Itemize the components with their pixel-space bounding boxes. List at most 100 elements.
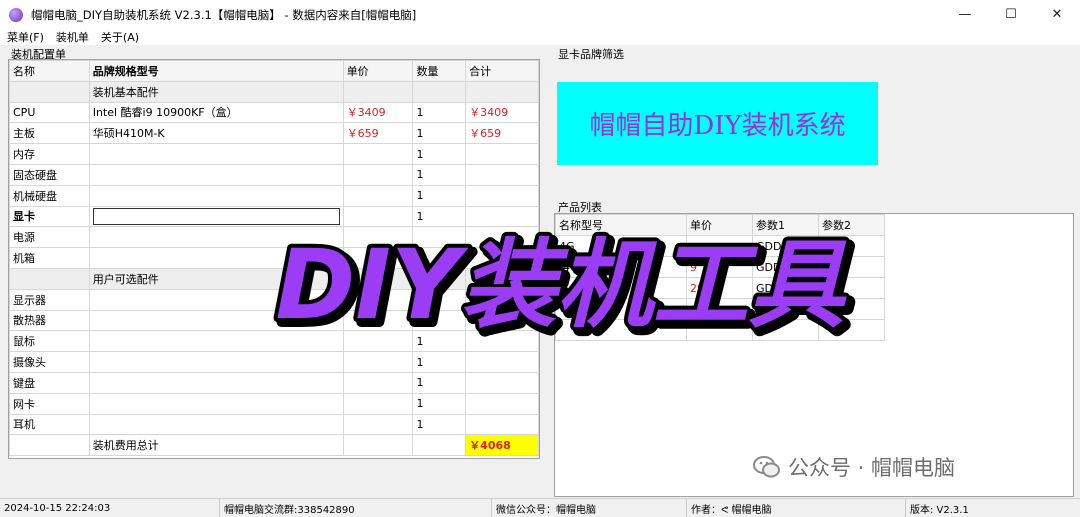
maximize-button[interactable]: ☐ <box>988 0 1034 29</box>
section-spacer[interactable] <box>465 80 539 103</box>
watermark: 公众号 · 帽帽电脑 <box>752 452 955 482</box>
row-price[interactable] <box>342 163 414 186</box>
section-spacer[interactable] <box>9 267 90 290</box>
row-qty[interactable]: 1 <box>412 351 467 373</box>
table-row[interactable]: 耳机 1 <box>9 413 539 436</box>
row-name[interactable]: 固态硬盘 <box>9 163 90 186</box>
total-label[interactable]: 装机费用总计 <box>88 434 344 457</box>
row-name[interactable]: 电源 <box>9 226 90 249</box>
row-name[interactable]: 摄像头 <box>9 351 90 373</box>
row-model[interactable]: 华硕H410M-K <box>88 122 344 145</box>
status-wechat: 微信公众号：帽帽电脑 <box>492 499 687 517</box>
row-price[interactable]: ￥659 <box>342 122 414 145</box>
menu-about[interactable]: 关于(A) <box>101 29 139 45</box>
table-row[interactable]: 摄像头 1 <box>9 351 539 373</box>
table-row[interactable]: CPU Intel 酷睿i9 10900KF（盒） ￥3409 1 ￥3409 <box>9 101 539 124</box>
section-spacer[interactable] <box>412 80 467 103</box>
row-name[interactable]: 键盘 <box>9 371 90 394</box>
menu-bar: 菜单(F) 装机单 关于(A) <box>0 29 1080 45</box>
section-spacer[interactable] <box>9 80 90 103</box>
row-total[interactable] <box>465 351 539 373</box>
window-controls: — ☐ ✕ <box>942 0 1080 29</box>
section-label[interactable]: 装机基本配件 <box>88 80 344 103</box>
row-model[interactable] <box>88 392 344 415</box>
row-name[interactable]: CPU <box>9 101 90 124</box>
row-name[interactable]: 显示器 <box>9 288 90 311</box>
row-name[interactable]: 散热器 <box>9 309 90 332</box>
total-spacer[interactable] <box>412 434 467 457</box>
table-row[interactable]: 网卡 1 <box>9 392 539 415</box>
menu-build-list[interactable]: 装机单 <box>56 29 89 45</box>
row-total[interactable] <box>465 143 539 165</box>
row-qty[interactable]: 1 <box>412 184 467 207</box>
row-model[interactable] <box>88 371 344 394</box>
row-total[interactable] <box>465 184 539 207</box>
total-spacer[interactable] <box>342 434 414 457</box>
header-qty[interactable]: 数量 <box>412 60 467 82</box>
overlay-title-text: DIY装机工具 <box>276 229 848 340</box>
row-total[interactable] <box>465 163 539 186</box>
minimize-button[interactable]: — <box>942 0 988 29</box>
header-price[interactable]: 单价 <box>342 60 414 82</box>
row-name[interactable]: 耳机 <box>9 413 90 436</box>
header-model[interactable]: 品牌规格型号 <box>88 60 344 82</box>
status-version: 版本: V2.3.1 <box>910 505 969 516</box>
total-value[interactable]: ￥4068 <box>465 434 539 457</box>
table-row[interactable]: 主板 华硕H410M-K ￥659 1 ￥659 <box>9 122 539 145</box>
row-total[interactable] <box>465 413 539 436</box>
status-author: 作者：ᕙ 帽帽电脑 <box>687 499 906 517</box>
table-row[interactable]: 机械硬盘 1 <box>9 184 539 207</box>
row-model[interactable] <box>88 184 344 207</box>
title-bar: 帽帽电脑_DIY自助装机系统 V2.3.1【帽帽电脑】 - 数据内容来自[帽帽电… <box>0 0 1080 29</box>
row-model[interactable]: Intel 酷睿i9 10900KF（盒） <box>88 101 344 124</box>
app-icon <box>9 7 23 22</box>
overlay-title: DIY装机工具 DIY装机工具 DIY装机工具 <box>272 225 857 340</box>
row-model[interactable] <box>88 143 344 165</box>
row-price[interactable]: ￥3409 <box>342 101 414 124</box>
row-qty[interactable]: 1 <box>412 122 467 145</box>
row-name[interactable]: 主板 <box>9 122 90 145</box>
row-model[interactable] <box>88 163 344 186</box>
row-name[interactable]: 机械硬盘 <box>9 184 90 207</box>
table-row[interactable]: 内存 1 <box>9 143 539 165</box>
row-price[interactable] <box>342 392 414 415</box>
row-model[interactable] <box>88 413 344 436</box>
row-qty[interactable]: 1 <box>412 371 467 394</box>
header-total[interactable]: 合计 <box>465 60 539 82</box>
row-price[interactable] <box>342 371 414 394</box>
row-name[interactable]: 鼠标 <box>9 330 90 353</box>
row-total[interactable] <box>465 371 539 394</box>
status-datetime: 2024-10-15 22:24:03 <box>0 499 220 517</box>
menu-file[interactable]: 菜单(F) <box>7 29 44 45</box>
status-qq-group: 帽帽电脑交流群:338542890 <box>220 499 492 517</box>
table-row[interactable]: 键盘 1 <box>9 371 539 394</box>
close-button[interactable]: ✕ <box>1034 0 1080 29</box>
row-name[interactable]: 显卡 <box>9 205 90 228</box>
row-qty[interactable]: 1 <box>412 413 467 436</box>
brand-filter-label: 显卡品牌筛选 <box>556 46 626 62</box>
row-price[interactable] <box>342 184 414 207</box>
brand-banner: 帽帽自助DIY装机系统 <box>557 82 878 165</box>
config-header-row: 名称 品牌规格型号 单价 数量 合计 <box>9 60 539 82</box>
table-row[interactable]: 固态硬盘 1 <box>9 163 539 186</box>
wechat-icon <box>753 456 780 478</box>
row-qty[interactable]: 1 <box>412 143 467 165</box>
row-price[interactable] <box>342 143 414 165</box>
row-qty[interactable]: 1 <box>412 392 467 415</box>
status-bar: 2024-10-15 22:24:03 帽帽电脑交流群:338542890 微信… <box>0 498 1080 517</box>
row-qty[interactable]: 1 <box>412 163 467 186</box>
row-total[interactable]: ￥659 <box>465 122 539 145</box>
row-name[interactable]: 网卡 <box>9 392 90 415</box>
total-spacer[interactable] <box>9 434 90 457</box>
section-spacer[interactable] <box>342 80 414 103</box>
row-name[interactable]: 内存 <box>9 143 90 165</box>
banner-text: 帽帽自助DIY装机系统 <box>589 111 846 141</box>
row-qty[interactable]: 1 <box>412 101 467 124</box>
row-model[interactable] <box>88 351 344 373</box>
row-total[interactable] <box>465 392 539 415</box>
row-name[interactable]: 机箱 <box>9 247 90 269</box>
header-name[interactable]: 名称 <box>9 60 90 82</box>
row-price[interactable] <box>342 351 414 373</box>
row-total[interactable]: ￥3409 <box>465 101 539 124</box>
row-price[interactable] <box>342 413 414 436</box>
